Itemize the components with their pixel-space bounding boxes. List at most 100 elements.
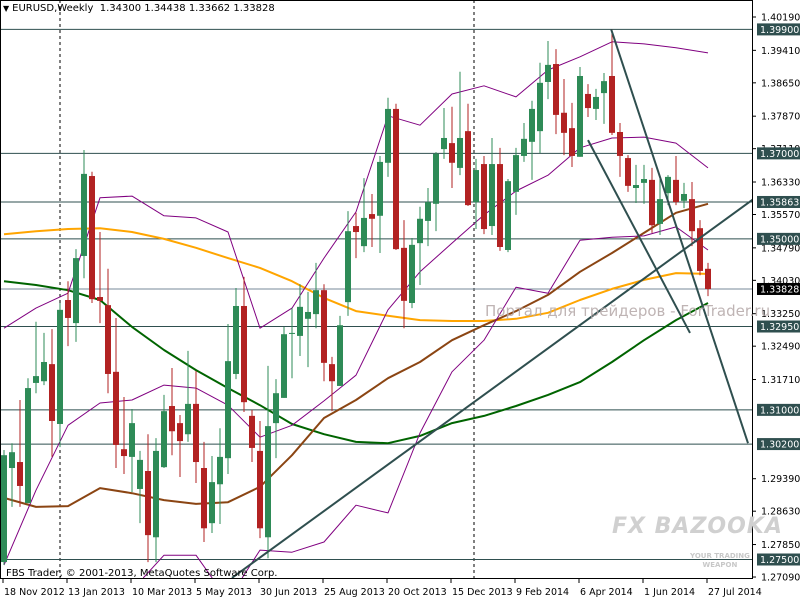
candle-body xyxy=(225,361,231,459)
x-axis-label: 15 Dec 2013 xyxy=(452,587,513,598)
candle xyxy=(201,441,207,542)
candle-body xyxy=(705,268,711,289)
candle-body xyxy=(657,199,663,224)
candle xyxy=(513,147,519,215)
candle-body xyxy=(313,290,319,315)
candle xyxy=(41,332,47,386)
candle-body xyxy=(153,450,159,538)
candle-body xyxy=(289,332,295,334)
x-axis-label: 18 Nov 2012 xyxy=(4,587,65,598)
candle xyxy=(529,100,535,180)
tagline-line-1: YOUR TRADING xyxy=(690,552,750,560)
candle xyxy=(457,71,463,176)
candle-body xyxy=(113,371,119,445)
triangle-down-icon[interactable]: ▼ xyxy=(3,4,9,13)
chart-window: 1.401901.394101.386501.378701.371101.363… xyxy=(0,0,800,600)
candle xyxy=(233,288,239,380)
candle-body xyxy=(321,290,327,363)
candle-body xyxy=(561,112,567,133)
candle xyxy=(625,155,631,192)
candle xyxy=(49,329,55,457)
candle xyxy=(545,40,551,100)
y-axis-label: 1.29390 xyxy=(761,474,800,485)
candle xyxy=(433,152,439,232)
candle-body xyxy=(17,462,23,486)
candle-body xyxy=(617,131,623,156)
candle xyxy=(105,268,111,394)
level-price-label: 1.35863 xyxy=(760,197,799,208)
candle-body xyxy=(393,108,399,250)
candle xyxy=(297,284,303,357)
candle-body xyxy=(1,455,7,563)
candle xyxy=(305,291,311,368)
candle-body xyxy=(81,173,87,256)
candle-body xyxy=(25,388,31,504)
candle-body xyxy=(297,306,303,336)
candle-body xyxy=(473,170,479,203)
price-chart[interactable]: 1.401901.394101.386501.378701.371101.363… xyxy=(0,0,800,600)
x-axis-label: 13 Jan 2013 xyxy=(68,587,125,598)
candle xyxy=(521,123,527,162)
candle xyxy=(593,88,599,121)
candle xyxy=(97,232,103,324)
candle xyxy=(577,67,583,157)
candle xyxy=(361,178,367,253)
candle xyxy=(113,317,119,469)
plot-area[interactable] xyxy=(0,0,755,578)
candle xyxy=(401,220,407,329)
candle-body xyxy=(49,364,55,421)
candle xyxy=(425,188,431,247)
candle xyxy=(177,415,183,477)
candle xyxy=(697,220,703,276)
candle xyxy=(441,108,447,159)
y-axis-label: 1.35570 xyxy=(761,210,800,221)
x-axis-label: 25 Aug 2013 xyxy=(324,587,385,598)
candle-body xyxy=(169,406,175,432)
candle-body xyxy=(441,137,447,150)
candle xyxy=(329,356,335,412)
candle xyxy=(289,308,295,379)
candle xyxy=(265,365,271,559)
candle-body xyxy=(401,247,407,301)
x-axis-label: 9 Feb 2014 xyxy=(516,587,569,598)
candle xyxy=(649,167,655,233)
candle xyxy=(25,378,31,504)
candle-body xyxy=(409,244,415,303)
candle xyxy=(553,49,559,135)
candle-body xyxy=(425,202,431,221)
candle-body xyxy=(65,300,71,318)
y-axis-label: 1.38650 xyxy=(761,78,800,89)
candle-body xyxy=(385,108,391,163)
candle-body xyxy=(489,164,495,227)
candle-body xyxy=(521,138,527,156)
level-price-label: 1.31000 xyxy=(760,405,799,416)
candle-body xyxy=(545,64,551,82)
candle xyxy=(617,123,623,177)
candle-body xyxy=(537,82,543,132)
candle-body xyxy=(665,176,671,194)
candle xyxy=(281,326,287,398)
candle xyxy=(161,394,167,469)
candle xyxy=(609,29,615,135)
x-axis-label: 30 Jun 2013 xyxy=(260,587,317,598)
x-axis-label: 10 Mar 2013 xyxy=(132,587,192,598)
candle-body xyxy=(697,228,703,271)
candle xyxy=(209,456,215,533)
candle xyxy=(681,182,687,209)
candle-body xyxy=(137,459,143,489)
level-price-label: 1.32950 xyxy=(760,322,799,333)
candle xyxy=(257,420,263,539)
candle xyxy=(1,450,7,566)
x-axis-label: 1 Jun 2014 xyxy=(644,587,695,598)
level-price-label: 1.39900 xyxy=(760,25,799,36)
candle xyxy=(217,428,223,525)
candle-body xyxy=(305,311,311,319)
candle-body xyxy=(265,426,271,538)
candle-body xyxy=(209,482,215,524)
candle xyxy=(657,179,663,236)
portal-watermark: Портал для трейдеров - ForTrader.ru xyxy=(485,302,771,320)
y-axis-label: 1.27850 xyxy=(761,540,800,551)
candle-body xyxy=(513,155,519,192)
candle-body xyxy=(481,164,487,230)
candle-body xyxy=(329,364,335,382)
